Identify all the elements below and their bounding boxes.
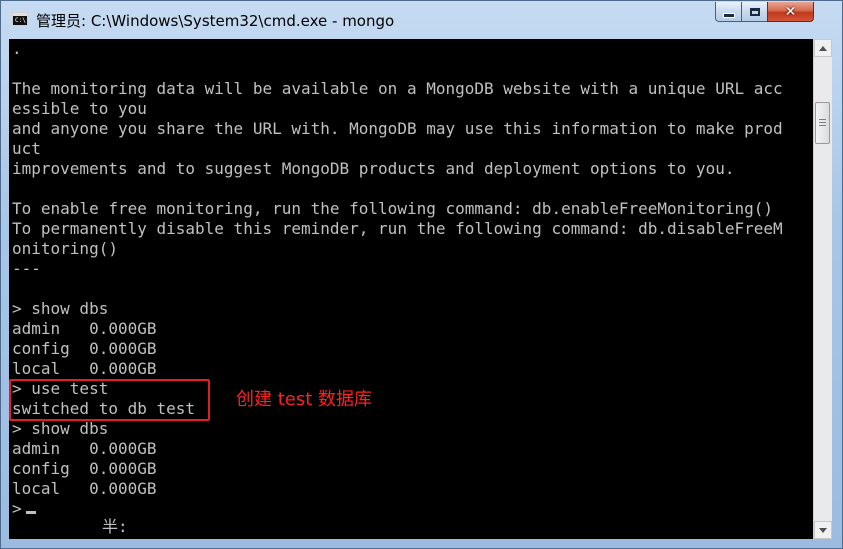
console-line: To enable free monitoring, run the follo… [12,199,773,218]
console-line: admin 0.000GB [12,319,157,338]
cmd-icon-label: C:\ [15,17,26,24]
title-bar[interactable]: C:\ 管理员: C:\Windows\System32\cmd.exe - m… [1,1,842,39]
console-lines: . The monitoring data will be available o… [12,39,783,519]
arrow-up-icon [819,45,827,51]
ime-status: 半: [102,517,128,536]
highlight-box [9,379,210,421]
cmd-icon[interactable]: C:\ [12,12,28,26]
console-line: and anyone you share the URL with. Mongo… [12,119,783,138]
cmd-window: C:\ 管理员: C:\Windows\System32\cmd.exe - m… [0,0,843,549]
minimize-icon [722,13,735,18]
arrow-down-icon [819,527,827,533]
console-line: essible to you [12,99,147,118]
maximize-icon [749,7,760,16]
scroll-down-button[interactable] [814,521,832,539]
console-line: config 0.000GB [12,459,157,478]
minimize-button[interactable] [715,2,742,22]
text-cursor [25,511,36,514]
close-icon: ✕ [784,3,797,20]
scroll-up-button[interactable] [814,39,832,57]
console-line: --- [12,259,41,278]
console-line: improvements and to suggest MongoDB prod… [12,159,735,178]
console-line: admin 0.000GB [12,439,157,458]
console-line: config 0.000GB [12,339,157,358]
grip-line [819,125,826,126]
console-line: > show dbs [12,419,109,438]
console-line: uct [12,139,41,158]
console-line: > show dbs [12,299,109,318]
scroll-thumb[interactable] [815,102,830,144]
window-title: 管理员: C:\Windows\System32\cmd.exe - mongo [36,12,395,30]
annotation-label: 创建 test 数据库 [236,389,373,410]
console-line: > [12,499,783,519]
grip-line [819,119,826,120]
console-line: To permanently disable this reminder, ru… [12,219,783,238]
console-line: local 0.000GB [12,359,157,378]
console-line: local 0.000GB [12,479,157,498]
console-line: onitoring() [12,239,118,258]
close-button[interactable]: ✕ [767,2,814,22]
console-line: . [12,39,22,58]
grip-line [819,122,826,123]
console-output[interactable]: . The monitoring data will be available o… [9,39,813,539]
console-line: The monitoring data will be available on… [12,79,783,98]
maximize-button[interactable] [741,2,768,22]
vertical-scrollbar[interactable] [813,39,832,539]
